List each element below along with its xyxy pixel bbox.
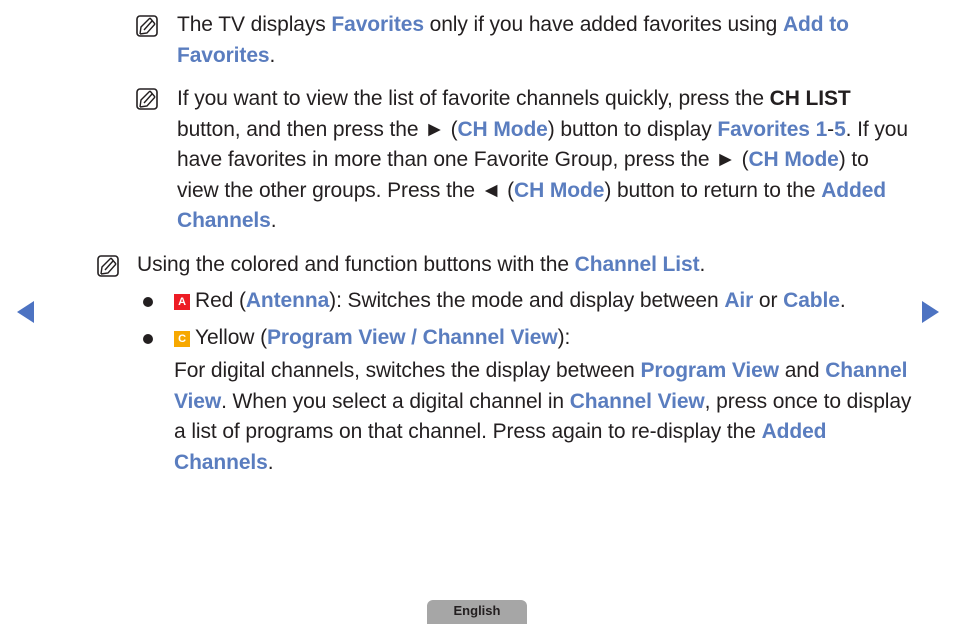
text-segment: or xyxy=(753,289,784,312)
text-segment: . xyxy=(267,450,274,474)
rich-text: If you want to view the list of favorite… xyxy=(177,87,908,232)
note-icon xyxy=(136,88,158,110)
highlighted-term: Program View / Channel View xyxy=(266,326,558,349)
highlighted-term: Channel List xyxy=(574,253,700,276)
text-segment: Red ( xyxy=(195,289,246,312)
bullet-dot xyxy=(143,334,153,344)
highlighted-term: CH Mode xyxy=(514,178,605,202)
text-segment: ): xyxy=(557,326,571,349)
note-icon xyxy=(136,15,158,37)
highlighted-term: CH Mode xyxy=(748,148,839,171)
bullet-yellow-view: C Yellow (Program View / Channel View): xyxy=(174,323,914,354)
button-name: CH LIST xyxy=(769,87,851,110)
text-segment: If you want to view the list of favorite… xyxy=(177,87,770,110)
bullet-yellow-detail: For digital channels, switches the displ… xyxy=(174,356,914,478)
highlighted-term: Program View xyxy=(640,359,780,382)
previous-page-arrow-icon[interactable] xyxy=(17,301,34,323)
text-segment: . xyxy=(269,43,276,67)
note-colored-buttons: Using the colored and function buttons w… xyxy=(137,250,917,281)
rich-text: Yellow (Program View / Channel View): xyxy=(195,326,570,349)
text-segment: ): Switches the mode and display between xyxy=(329,289,725,312)
note-ch-list: If you want to view the list of favorite… xyxy=(177,84,912,237)
text-segment: ) button to display xyxy=(547,117,718,141)
text-segment: . When you select a digital channel in xyxy=(221,389,570,413)
yellow-c-key-icon: C xyxy=(174,331,190,347)
text-segment: For digital channels, switches the displ… xyxy=(174,359,641,382)
language-tab[interactable]: English xyxy=(427,600,527,624)
highlighted-term: Air xyxy=(724,289,754,312)
rich-text: Using the colored and function buttons w… xyxy=(137,253,705,276)
text-segment: Yellow ( xyxy=(195,326,267,349)
highlighted-term: Favorites xyxy=(331,13,424,36)
bullet-red-antenna: A Red (Antenna): Switches the mode and di… xyxy=(174,286,914,317)
note-favorites-display: The TV displays Favorites only if you ha… xyxy=(177,10,907,71)
bullet-dot xyxy=(143,297,153,307)
rich-text: For digital channels, switches the displ… xyxy=(174,359,911,474)
text-segment: The TV displays xyxy=(177,13,332,36)
highlighted-term: CH Mode xyxy=(457,117,548,141)
text-segment: . xyxy=(270,209,277,232)
highlighted-term: Antenna xyxy=(245,289,330,312)
text-segment: button, and then press the ► ( xyxy=(177,117,458,141)
text-segment: ) button to return to the xyxy=(604,178,822,202)
text-segment: . xyxy=(699,253,706,276)
next-page-arrow-icon[interactable] xyxy=(922,301,939,323)
note-icon xyxy=(97,255,119,277)
rich-text: The TV displays Favorites only if you ha… xyxy=(177,13,849,67)
red-a-key-icon: A xyxy=(174,294,190,310)
highlighted-term: Channel View xyxy=(569,389,705,413)
rich-text: Red (Antenna): Switches the mode and dis… xyxy=(195,289,846,312)
text-segment: only if you have added favorites using xyxy=(423,13,783,36)
highlighted-term: Cable xyxy=(783,289,840,312)
text-segment: Using the colored and function buttons w… xyxy=(137,253,575,276)
text-segment: . xyxy=(839,289,846,312)
text-segment: and xyxy=(778,359,826,382)
highlighted-term: 5 xyxy=(834,117,846,141)
highlighted-term: Favorites 1 xyxy=(717,117,828,141)
